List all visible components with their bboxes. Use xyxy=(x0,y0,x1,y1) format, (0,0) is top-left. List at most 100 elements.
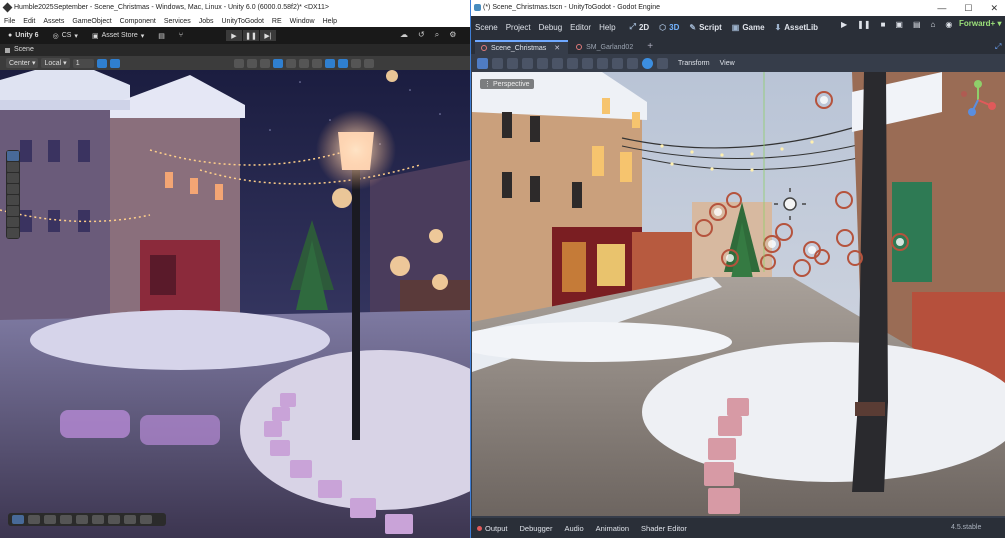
close-tab-icon[interactable]: ✕ xyxy=(554,44,560,52)
workspace-script[interactable]: ✎ Script xyxy=(689,22,721,32)
tab-sm-garland02[interactable]: SM_Garland02 xyxy=(570,40,641,54)
workspace-game[interactable]: ▣ Game xyxy=(732,22,765,32)
rotate-mode-icon[interactable] xyxy=(507,57,518,69)
scale-tool-icon[interactable] xyxy=(7,184,19,194)
scene-visibility-icon[interactable] xyxy=(351,58,362,68)
distraction-free-icon[interactable]: ⤢ xyxy=(995,42,1001,52)
draw-mode-icon[interactable] xyxy=(234,58,245,68)
list-select-icon[interactable] xyxy=(537,57,548,69)
workspace-assetlib[interactable]: ⬇ AssetLib xyxy=(775,22,819,32)
pause-icon[interactable]: ❚❚ xyxy=(857,20,870,29)
unity-menu-file[interactable]: File xyxy=(4,16,15,27)
sun-preview-icon[interactable] xyxy=(627,57,638,69)
move-mode-icon[interactable] xyxy=(492,57,503,69)
renderer-dropdown[interactable]: Forward+ ▾ xyxy=(959,19,1001,28)
snap-icon[interactable] xyxy=(612,57,623,69)
zoom-icon[interactable] xyxy=(92,515,104,524)
unity-menu-component[interactable]: Component xyxy=(120,16,156,27)
add-tab-icon[interactable]: + xyxy=(643,40,653,54)
ruler-icon[interactable] xyxy=(582,57,593,69)
terrain-icon[interactable] xyxy=(76,515,88,524)
cloud-icon[interactable]: ☁ xyxy=(400,30,408,40)
shaded-icon[interactable] xyxy=(247,58,258,68)
scale-mode-icon[interactable] xyxy=(522,57,533,69)
unity-scene-viewport[interactable] xyxy=(0,70,470,538)
unity-menu-jobs[interactable]: Jobs xyxy=(199,16,214,27)
wireframe-icon[interactable] xyxy=(260,58,271,68)
local-space-icon[interactable] xyxy=(597,57,608,69)
history-icon[interactable]: ↺ xyxy=(418,30,425,40)
perspective-menu[interactable]: ⋮ Perspective xyxy=(480,79,534,89)
pause-icon[interactable]: ❚❚ xyxy=(243,30,259,41)
unity-menu-window[interactable]: Window xyxy=(290,16,315,27)
tab-scene-christmas[interactable]: Scene_Christmas ✕ xyxy=(475,40,569,54)
tab-output[interactable]: Output xyxy=(477,524,508,533)
layers-icon[interactable] xyxy=(364,58,375,68)
godot-3d-viewport[interactable]: ⋮ Perspective xyxy=(472,72,1005,516)
lighting-icon[interactable] xyxy=(273,58,284,68)
effects-icon[interactable] xyxy=(286,58,297,68)
unity-menu-services[interactable]: Services xyxy=(164,16,191,27)
grid-icon[interactable] xyxy=(28,515,40,524)
transform-tool-icon[interactable] xyxy=(7,206,19,216)
camera-icon[interactable] xyxy=(338,58,349,68)
maximize-icon[interactable]: ☐ xyxy=(964,0,972,16)
snap-value-field[interactable]: 1 xyxy=(72,58,95,68)
move-icon[interactable] xyxy=(12,515,24,524)
layout-icon[interactable] xyxy=(44,515,56,524)
workspace-2d[interactable]: ⤢ 2D xyxy=(630,22,650,32)
custom-tool-icon[interactable] xyxy=(7,217,19,227)
gear-icon[interactable]: ⚙ xyxy=(449,30,456,40)
workspace-3d[interactable]: ⬡ 3D xyxy=(659,22,679,32)
unity-menu-re[interactable]: RE xyxy=(272,16,282,27)
transform-menu[interactable]: Transform xyxy=(678,60,710,67)
godot-menu-scene[interactable]: Scene xyxy=(475,23,498,32)
pivot-dropdown[interactable]: Center ▾ xyxy=(6,58,39,68)
step-icon[interactable]: ▶| xyxy=(260,30,276,41)
play-custom-icon[interactable]: ⌂ xyxy=(931,20,936,29)
rect-tool-icon[interactable] xyxy=(7,195,19,205)
2d-toggle-icon[interactable] xyxy=(312,58,323,68)
tab-animation[interactable]: Animation xyxy=(596,524,629,533)
godot-menu-project[interactable]: Project xyxy=(506,23,531,32)
move-tool-icon[interactable] xyxy=(7,162,19,172)
select-mode-icon[interactable] xyxy=(477,57,488,69)
unity-menu-edit[interactable]: Edit xyxy=(23,16,35,27)
unity-cs-button[interactable]: ◎ CS ▾ xyxy=(49,31,82,41)
hand-tool-icon[interactable] xyxy=(7,151,19,161)
gizmos-icon[interactable] xyxy=(325,58,336,68)
unity-scene-tab[interactable]: Scene xyxy=(0,44,470,56)
package-icon[interactable]: ▤ xyxy=(154,31,169,41)
movie-maker-icon[interactable]: ◉ xyxy=(945,20,952,29)
camera-icon[interactable] xyxy=(124,515,136,524)
play-icon[interactable]: ▶ xyxy=(226,30,242,41)
tab-audio[interactable]: Audio xyxy=(564,524,583,533)
grid-visibility-icon[interactable] xyxy=(110,58,121,68)
group-icon[interactable] xyxy=(567,57,578,69)
unity-menu-assets[interactable]: Assets xyxy=(43,16,64,27)
settings-icon[interactable] xyxy=(140,515,152,524)
tab-debugger[interactable]: Debugger xyxy=(520,524,553,533)
rotate-tool-icon[interactable] xyxy=(7,173,19,183)
sphere-icon[interactable] xyxy=(60,515,72,524)
unity-asset-store-button[interactable]: ▣ Asset Store ▾ xyxy=(88,31,148,41)
unity-menu-unitytogodot[interactable]: UnityToGodot xyxy=(222,16,264,27)
unity-account-button[interactable]: ● Unity 6 xyxy=(4,31,43,40)
grid-snap-icon[interactable] xyxy=(97,58,108,68)
stop-icon[interactable]: ■ xyxy=(881,20,886,29)
godot-menu-help[interactable]: Help xyxy=(599,23,615,32)
play-icon[interactable]: ▶ xyxy=(841,20,847,29)
minimize-icon[interactable]: — xyxy=(937,0,946,16)
close-icon[interactable]: ✕ xyxy=(990,0,998,16)
godot-menu-editor[interactable]: Editor xyxy=(570,23,591,32)
audio-icon[interactable] xyxy=(299,58,310,68)
tab-shader-editor[interactable]: Shader Editor xyxy=(641,524,687,533)
view-menu[interactable]: View xyxy=(720,60,735,67)
search-icon[interactable]: ⌕ xyxy=(435,30,439,40)
unity-menu-gameobject[interactable]: GameObject xyxy=(72,16,111,27)
play-scene-icon[interactable]: ▤ xyxy=(913,20,921,29)
pan-icon[interactable] xyxy=(108,515,120,524)
space-dropdown[interactable]: Local ▾ xyxy=(41,58,70,68)
light-probe-tool-icon[interactable] xyxy=(7,228,19,238)
godot-menu-debug[interactable]: Debug xyxy=(539,23,563,32)
